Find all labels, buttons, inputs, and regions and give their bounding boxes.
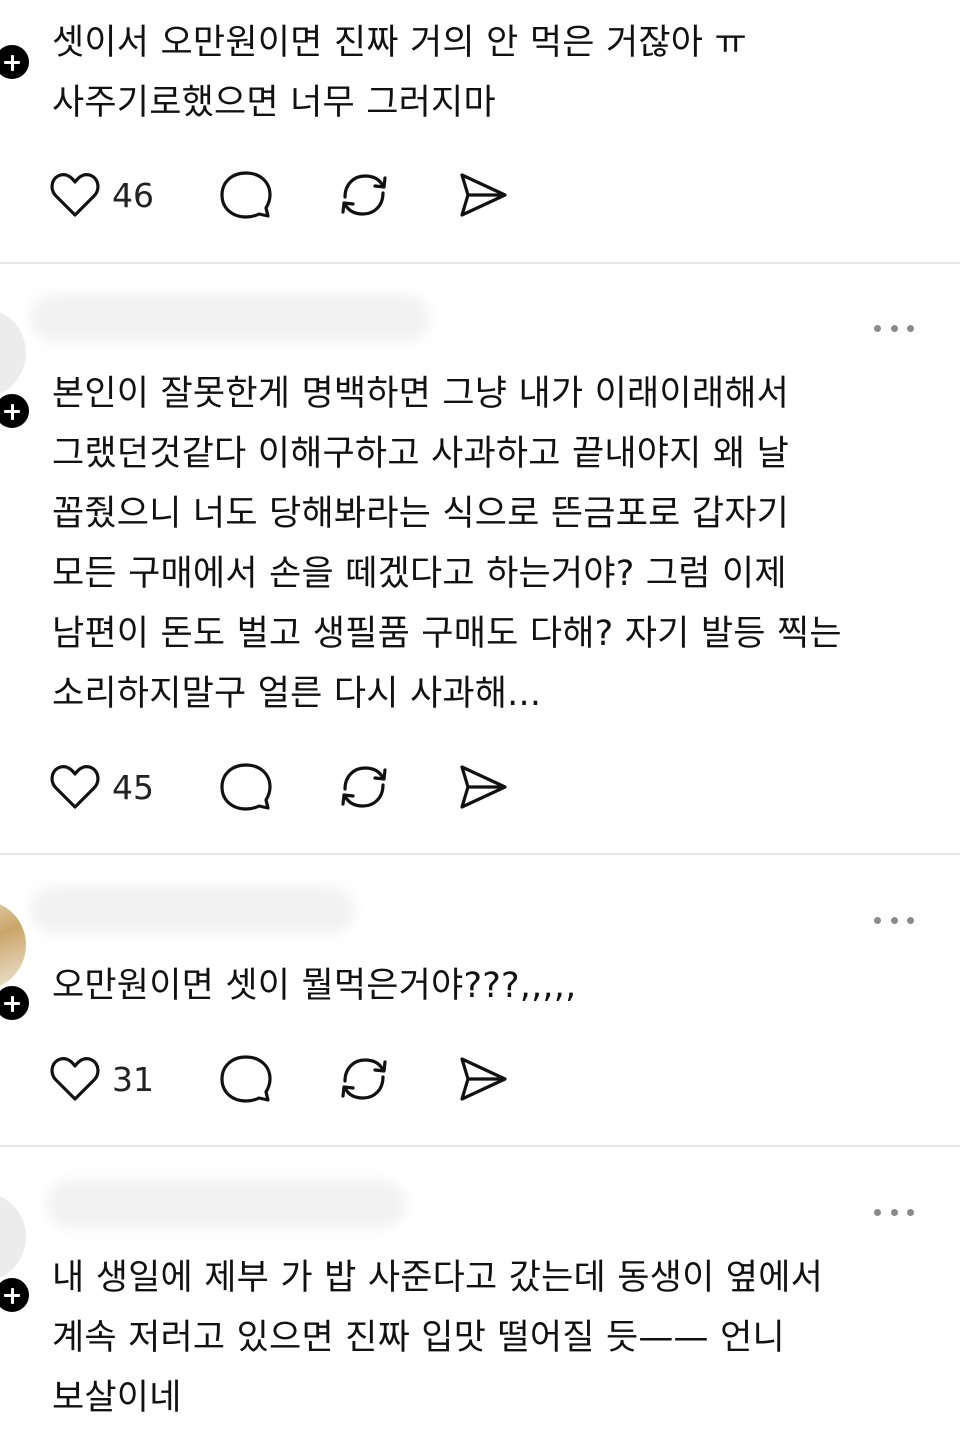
repost-arrows-icon <box>341 1058 387 1100</box>
like-count: 46 <box>112 175 154 215</box>
repost-button[interactable] <box>338 168 390 222</box>
post-text-line: 셋이서 오만원이면 진짜 거의 안 먹은 거잖아 ㅠ <box>52 23 747 63</box>
follow-plus-icon[interactable] <box>0 391 32 431</box>
follow-plus-icon[interactable] <box>0 1275 32 1315</box>
share-button[interactable] <box>458 168 508 222</box>
reply-button[interactable] <box>220 168 272 222</box>
post-text-line: 계속 저러고 있으면 진짜 입맛 떨어질 듯—— 언니 <box>52 1318 785 1358</box>
post-text-line: 오만원이면 셋이 뭘먹은거야???,,,,, <box>52 966 577 1006</box>
more-options-button[interactable] <box>874 1202 914 1222</box>
more-dots-icon <box>874 1208 881 1216</box>
like-count: 45 <box>112 767 154 807</box>
post-actions: 46 <box>50 168 530 222</box>
heart-icon <box>50 1057 100 1101</box>
like-button[interactable]: 31 <box>50 1052 154 1106</box>
comment-bubble-icon <box>220 171 272 219</box>
post-text: 오만원이면 셋이 뭘먹은거야???,,,,, <box>52 956 932 1016</box>
post-text-line: 본인이 잘못한게 명백하면 그냥 내가 이래이래해서 <box>52 374 790 414</box>
avatar[interactable] <box>0 308 26 398</box>
reply-button[interactable] <box>220 1052 272 1106</box>
post-actions: 31 <box>50 1052 530 1106</box>
more-options-button[interactable] <box>874 910 914 930</box>
repost-button[interactable] <box>338 760 390 814</box>
post-text-line: 사주기로했으면 너무 그러지마 <box>52 83 496 123</box>
like-button[interactable]: 45 <box>50 760 154 814</box>
username-redacted <box>30 886 355 934</box>
post-text-line: 남편이 돈도 벌고 생필품 구매도 다해? 자기 발등 찍는 <box>52 614 842 654</box>
like-button[interactable]: 46 <box>50 168 154 222</box>
post-text-line: 꼽줬으니 너도 당해봐라는 식으로 뜬금포로 갑자기 <box>52 494 790 534</box>
post-text: 본인이 잘못한게 명백하면 그냥 내가 이래이래해서 그랬던것같다 이해구하고 … <box>52 364 932 724</box>
post-actions: 45 <box>50 760 530 814</box>
post-text-line: 그랬던것같다 이해구하고 사과하고 끝내야지 왜 날 <box>52 434 790 474</box>
repost-button[interactable] <box>338 1052 390 1106</box>
post-text-line: 보살이네 <box>52 1378 182 1418</box>
repost-arrows-icon <box>341 766 387 808</box>
repost-arrows-icon <box>341 174 387 216</box>
post-divider <box>0 1145 960 1147</box>
send-icon <box>460 173 507 217</box>
more-dots-icon <box>874 324 881 332</box>
follow-plus-icon[interactable] <box>0 42 32 82</box>
username-redacted <box>46 1180 406 1228</box>
share-button[interactable] <box>458 760 508 814</box>
comment-bubble-icon <box>220 1055 272 1103</box>
like-count: 31 <box>112 1059 154 1099</box>
post-divider <box>0 262 960 264</box>
avatar[interactable] <box>0 1192 26 1282</box>
heart-icon <box>50 173 100 217</box>
username-redacted <box>30 294 430 342</box>
send-icon <box>460 765 507 809</box>
post-text-line: 모든 구매에서 손을 떼겠다고 하는거야? 그럼 이제 <box>52 554 787 594</box>
reply-button[interactable] <box>220 760 272 814</box>
post-text: 내 생일에 제부 가 밥 사준다고 갔는데 동생이 옆에서 계속 저러고 있으면… <box>52 1248 932 1428</box>
heart-icon <box>50 765 100 809</box>
avatar[interactable] <box>0 900 26 990</box>
post-text: 셋이서 오만원이면 진짜 거의 안 먹은 거잖아 ㅠ 사주기로했으면 너무 그러… <box>52 13 932 133</box>
post-text-line: 내 생일에 제부 가 밥 사준다고 갔는데 동생이 옆에서 <box>52 1258 824 1298</box>
more-options-button[interactable] <box>874 318 914 338</box>
more-dots-icon <box>874 916 881 924</box>
comment-bubble-icon <box>220 763 272 811</box>
follow-plus-icon[interactable] <box>0 983 32 1023</box>
post-text-line: 소리하지말구 얼른 다시 사과해... <box>52 674 542 714</box>
post-divider <box>0 853 960 855</box>
share-button[interactable] <box>458 1052 508 1106</box>
send-icon <box>460 1057 507 1101</box>
